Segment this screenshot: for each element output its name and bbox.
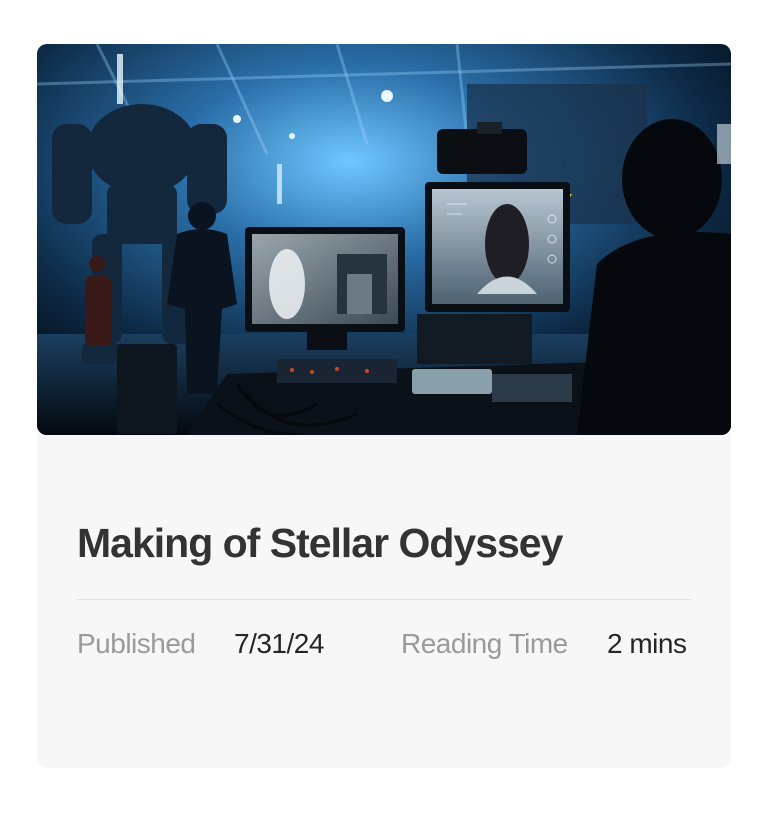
published-date: 7/31/24 xyxy=(234,628,324,659)
article-card[interactable]: Making of Stellar Odyssey Published 7/31… xyxy=(37,44,731,768)
published-label: Published xyxy=(77,628,196,659)
title-divider xyxy=(77,599,691,600)
article-title[interactable]: Making of Stellar Odyssey xyxy=(77,520,563,567)
article-hero-image[interactable] xyxy=(37,44,731,435)
reading-time-label: Reading Time xyxy=(401,628,568,659)
reading-time-value: 2 mins xyxy=(607,628,687,659)
